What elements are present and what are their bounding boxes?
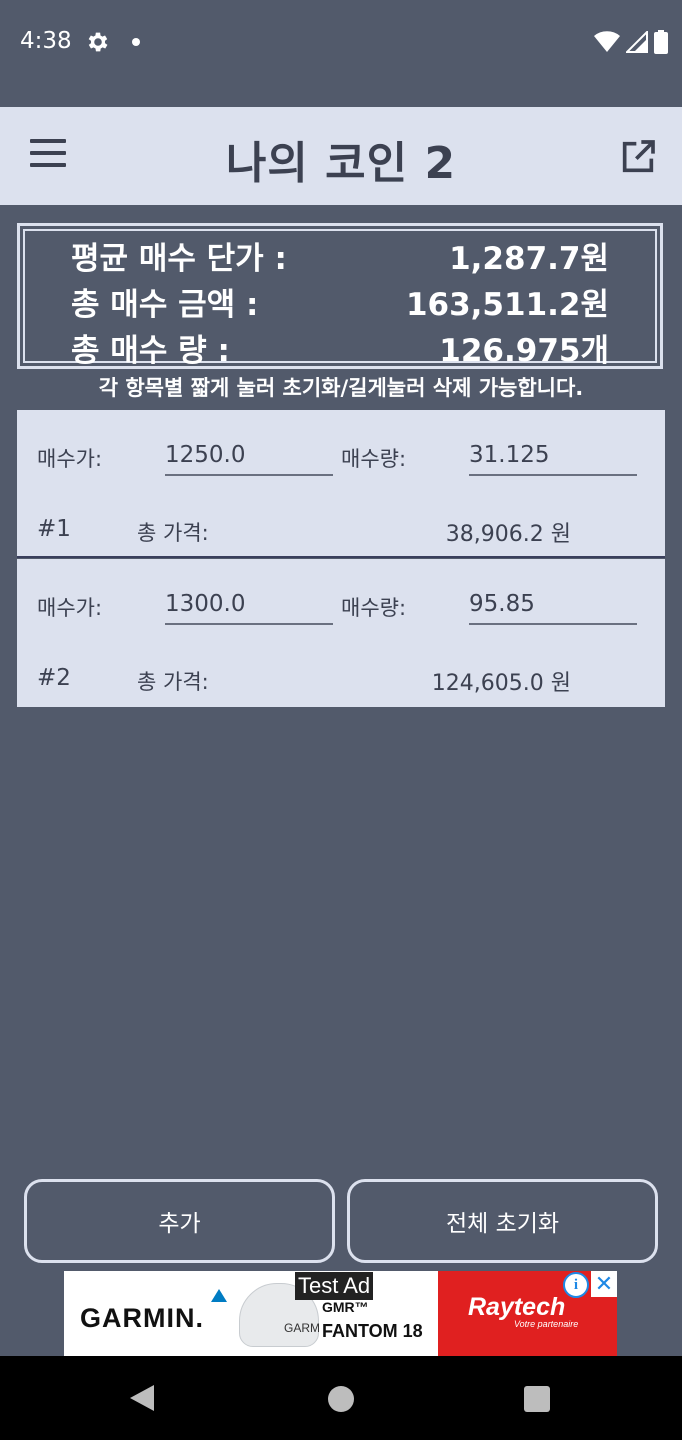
ad-dome-text: GARM — [284, 1321, 320, 1335]
wifi-icon — [594, 31, 620, 52]
summary-avg-row: 평균 매수 단가 : 1,287.7원 — [25, 231, 655, 277]
signal-icon — [626, 31, 648, 53]
open-in-new-icon[interactable] — [618, 137, 658, 177]
add-button[interactable]: 추가 — [24, 1179, 335, 1263]
test-ad-label: Test Ad — [295, 1272, 374, 1300]
ad-close-icon[interactable]: ✕ — [591, 1271, 617, 1297]
entry-total-value: 124,605.0 원 — [431, 671, 571, 696]
recent-apps-icon[interactable] — [524, 1386, 550, 1412]
settings-gear-icon — [88, 32, 108, 52]
ad-gmr-text: GMR™ — [322, 1299, 369, 1315]
qty-label: 매수량: — [341, 596, 407, 620]
total-qty-value: 126.975개 — [439, 333, 609, 369]
home-icon[interactable] — [328, 1386, 354, 1412]
ad-garmin-logo: GARMIN. — [80, 1303, 204, 1333]
qty-label: 매수량: — [341, 447, 407, 471]
entry-index: #2 — [37, 665, 71, 691]
entry-index: #1 — [37, 516, 71, 542]
avg-price-label: 평균 매수 단가 : — [71, 241, 287, 277]
price-input[interactable] — [165, 585, 333, 625]
ad-fantom-text: FANTOM 18 — [322, 1321, 423, 1341]
status-indicators — [594, 30, 668, 54]
entry-card[interactable]: 매수가: 매수량: #2 총 가격: 124,605.0 원 — [17, 559, 665, 707]
notification-dot-icon — [132, 38, 140, 46]
qty-input[interactable] — [469, 436, 637, 476]
garmin-triangle-icon — [211, 1289, 227, 1302]
entry-card[interactable]: 매수가: 매수량: #1 총 가격: 38,906.2 원 — [17, 410, 665, 558]
ad-raytech-logo: Raytech — [468, 1293, 566, 1321]
entry-total-value: 38,906.2 원 — [445, 522, 571, 547]
price-label: 매수가: — [37, 596, 103, 620]
price-label: 매수가: — [37, 447, 103, 471]
app-bar: 나의 코인 2 — [0, 107, 682, 205]
total-amount-label: 총 매수 금액 : — [71, 287, 259, 323]
ad-info-icon[interactable]: i — [563, 1272, 589, 1298]
hint-text: 각 항목별 짧게 눌러 초기화/길게눌러 삭제 가능합니다. — [98, 376, 584, 400]
status-time: 4:38 — [20, 28, 72, 54]
summary-total-row: 총 매수 금액 : 163,511.2원 — [25, 277, 655, 323]
entry-total-label: 총 가격: — [137, 521, 209, 545]
avg-price-value: 1,287.7원 — [449, 241, 609, 277]
page-title: 나의 코인 2 — [225, 138, 457, 189]
reset-all-button[interactable]: 전체 초기화 — [347, 1179, 658, 1263]
price-input[interactable] — [165, 436, 333, 476]
total-amount-value: 163,511.2원 — [405, 287, 609, 323]
ad-partner-text: Votre partenaire — [514, 1319, 579, 1329]
back-icon[interactable] — [130, 1385, 154, 1411]
summary-qty-row: 총 매수 량 : 126.975개 — [25, 323, 655, 369]
summary-box: 평균 매수 단가 : 1,287.7원 총 매수 금액 : 163,511.2원… — [17, 223, 663, 369]
ad-banner[interactable]: GARMIN. GARM GMR™ FANTOM 18 Raytech Votr… — [64, 1271, 617, 1356]
entry-total-label: 총 가격: — [137, 670, 209, 694]
qty-input[interactable] — [469, 585, 637, 625]
battery-icon — [654, 30, 668, 54]
status-bar: 4:38 — [0, 0, 682, 86]
total-qty-label: 총 매수 량 : — [71, 333, 230, 369]
